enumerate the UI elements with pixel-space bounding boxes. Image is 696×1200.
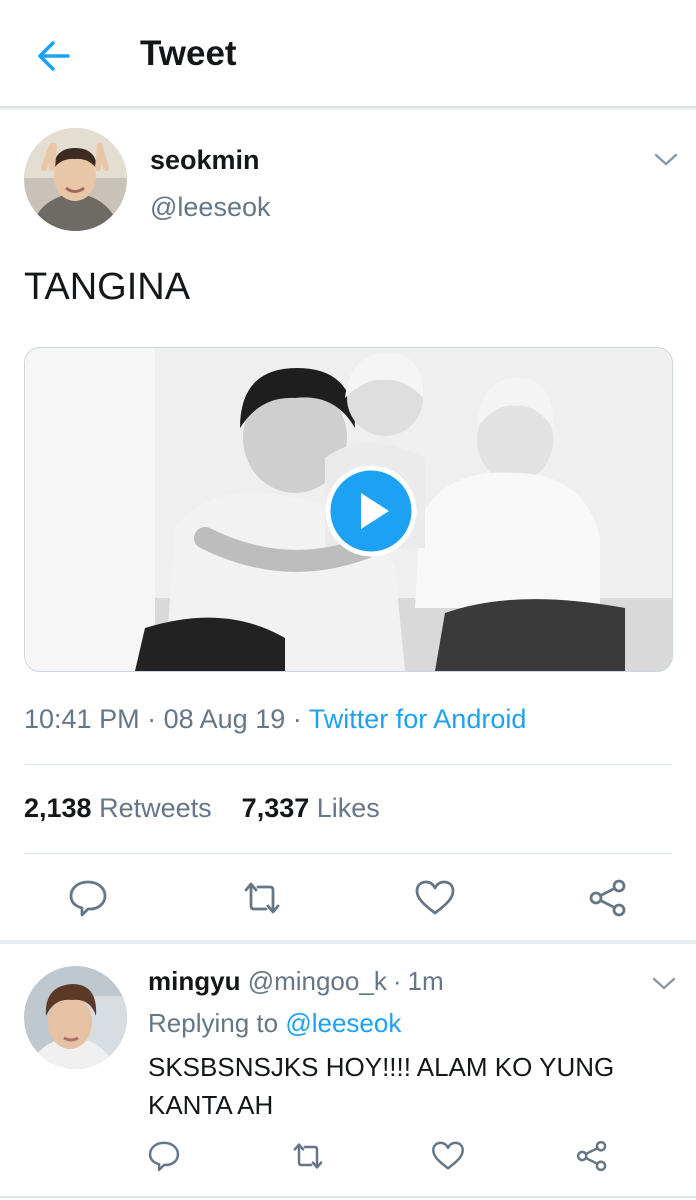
play-button[interactable]	[325, 465, 417, 557]
reply-icon	[148, 1141, 180, 1172]
reply-text: SKSBSNSJKS HOY!!!! ALAM KO YUNG KANTA AH	[148, 1052, 615, 1120]
like-button[interactable]	[413, 876, 457, 920]
video-thumbnail[interactable]	[24, 347, 673, 672]
play-icon	[325, 465, 417, 557]
reply-button[interactable]	[66, 876, 110, 920]
reply-display-name[interactable]: mingyu	[148, 966, 240, 996]
likes-label: Likes	[316, 793, 380, 823]
likes-stat[interactable]: 7,337 Likes	[242, 793, 380, 823]
likes-count: 7,337	[241, 793, 310, 823]
display-name[interactable]: seokmin	[150, 145, 260, 176]
chevron-down-icon	[654, 153, 678, 166]
meta-separator: ·	[147, 704, 157, 734]
top-bar: Tweet	[0, 0, 696, 108]
more-options-button[interactable]	[652, 150, 680, 170]
section-divider	[0, 940, 696, 944]
retweets-stat[interactable]: 2,138 Retweets	[24, 793, 212, 823]
divider	[24, 764, 672, 765]
replying-prefix: Replying to	[148, 1008, 279, 1038]
share-icon	[576, 1140, 607, 1172]
divider	[0, 1196, 696, 1198]
share-button[interactable]	[586, 876, 630, 920]
reply-time: 1m	[407, 966, 444, 996]
divider	[24, 853, 672, 854]
reply-more-options-button[interactable]	[650, 974, 678, 994]
like-icon	[432, 1141, 464, 1170]
reply-avatar[interactable]	[24, 966, 127, 1069]
tweet-time: 10:41 PM	[24, 704, 140, 734]
chevron-down-icon	[652, 977, 676, 990]
reply-reply-button[interactable]	[146, 1138, 182, 1174]
tweet-meta: 10:41 PM · 08 Aug 19 · Twitter for Andro…	[24, 704, 526, 735]
reply-meta-separator: ·	[392, 966, 402, 996]
retweet-button[interactable]	[240, 876, 284, 920]
reply-handle[interactable]: @mingoo_k	[248, 966, 387, 996]
tweet-stats: 2,138 Retweets 7,337 Likes	[24, 793, 380, 824]
tweet-text: TANGINA	[24, 266, 191, 308]
reply-header: mingyu @mingoo_k · 1m	[148, 966, 444, 997]
share-icon	[589, 879, 626, 917]
avatar[interactable]	[24, 128, 127, 231]
reply-icon	[69, 880, 107, 917]
meta-separator: ·	[292, 704, 302, 734]
replying-to: Replying to @leeseok	[148, 1008, 401, 1039]
like-icon	[415, 880, 455, 915]
retweet-icon	[293, 1143, 323, 1169]
retweets-count: 2,138	[24, 793, 92, 823]
reply-like-button[interactable]	[430, 1138, 466, 1174]
back-button[interactable]	[34, 36, 74, 76]
reply-share-button[interactable]	[574, 1138, 610, 1174]
handle[interactable]: @leeseok	[150, 192, 270, 223]
retweet-icon	[244, 882, 280, 914]
page-title: Tweet	[140, 34, 237, 73]
arrow-left-icon	[38, 41, 70, 71]
replying-to-handle[interactable]: @leeseok	[285, 1008, 401, 1038]
source-link[interactable]: Twitter for Android	[309, 704, 527, 734]
reply-retweet-button[interactable]	[290, 1138, 326, 1174]
retweets-label: Retweets	[99, 793, 212, 823]
header-divider	[0, 106, 696, 110]
tweet-date: 08 Aug 19	[163, 704, 286, 734]
